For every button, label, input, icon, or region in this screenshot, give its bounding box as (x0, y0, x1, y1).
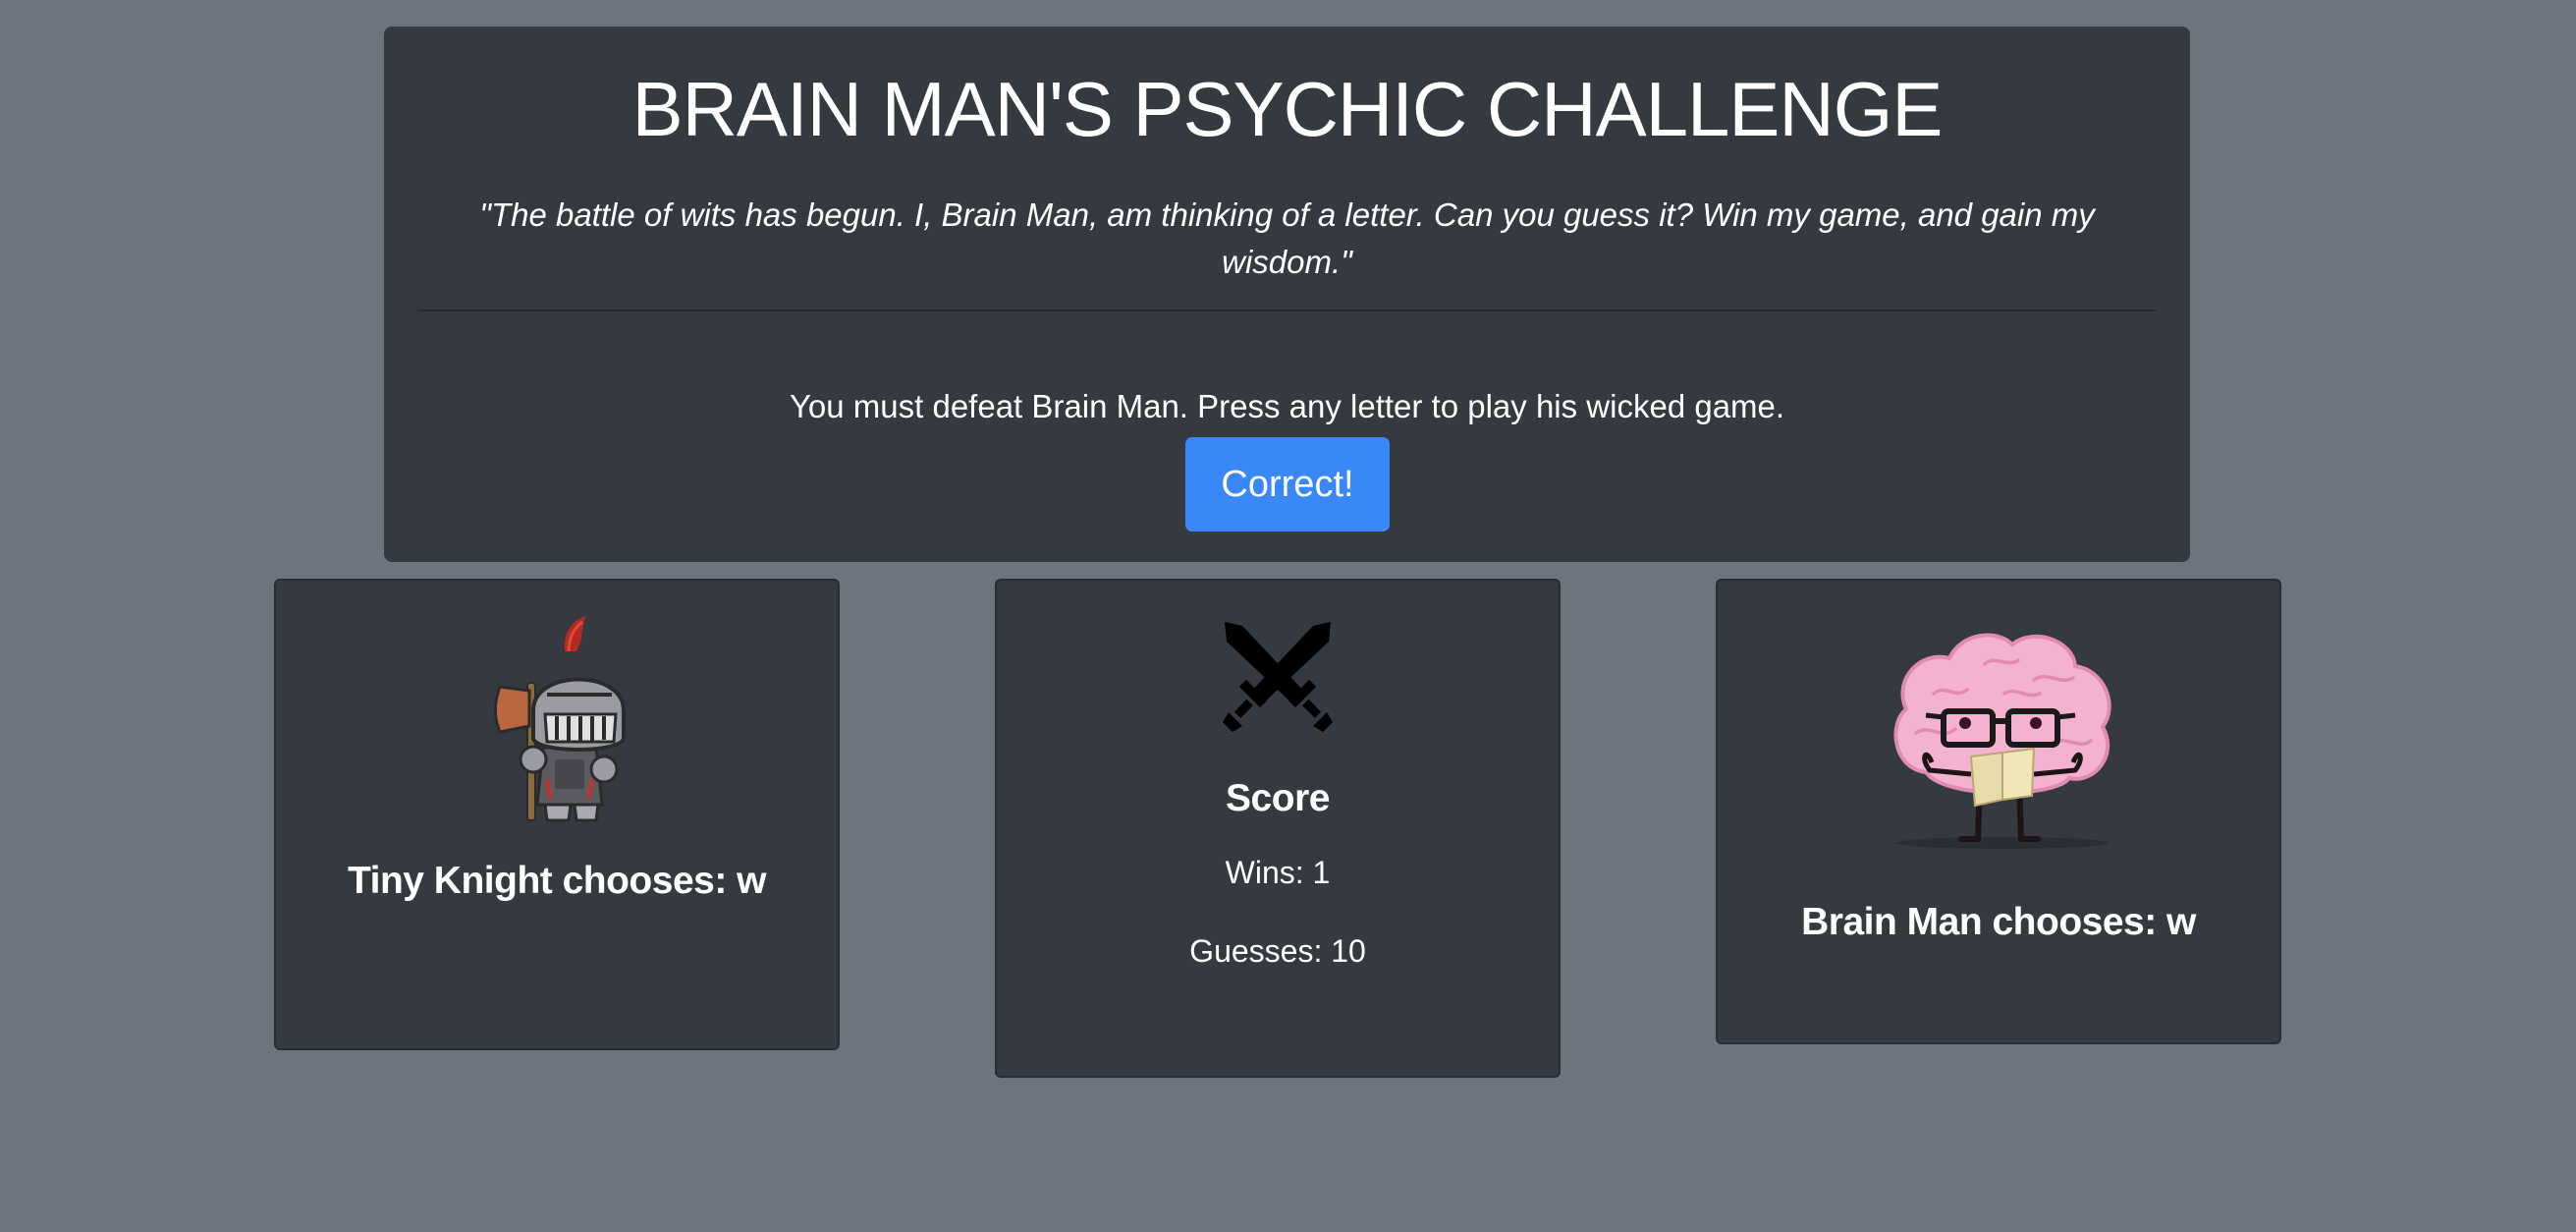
brain-man-quote: "The battle of wits has begun. I, Brain … (479, 196, 2095, 280)
knight-icon (494, 616, 626, 822)
divider (417, 309, 2157, 311)
page-title: BRAIN MAN'S PSYCHIC CHALLENGE (631, 66, 1944, 152)
score-heading: Score (1226, 777, 1330, 819)
score-card: Score Wins: 1 Guesses: 10 (995, 579, 1561, 1078)
header-panel: BRAIN MAN'S PSYCHIC CHALLENGE "The battl… (384, 27, 2190, 562)
result-button[interactable]: Correct! (1185, 437, 1390, 532)
instructions-text: You must defeat Brain Man. Press any let… (789, 388, 1785, 424)
player-choice-text: Tiny Knight chooses: w (348, 860, 766, 902)
guesses-count: Guesses: 10 (1189, 933, 1366, 969)
opponent-choice-text: Brain Man chooses: w (1801, 901, 2196, 943)
brain-man-icon (1893, 633, 2111, 849)
wins-count: Wins: 1 (1225, 855, 1331, 890)
player-card: Tiny Knight chooses: w (274, 579, 840, 1050)
opponent-card: Brain Man chooses: w (1716, 579, 2281, 1044)
crossed-swords-icon (1223, 622, 1333, 732)
game-page: BRAIN MAN'S PSYCHIC CHALLENGE "The battl… (0, 0, 2576, 1232)
